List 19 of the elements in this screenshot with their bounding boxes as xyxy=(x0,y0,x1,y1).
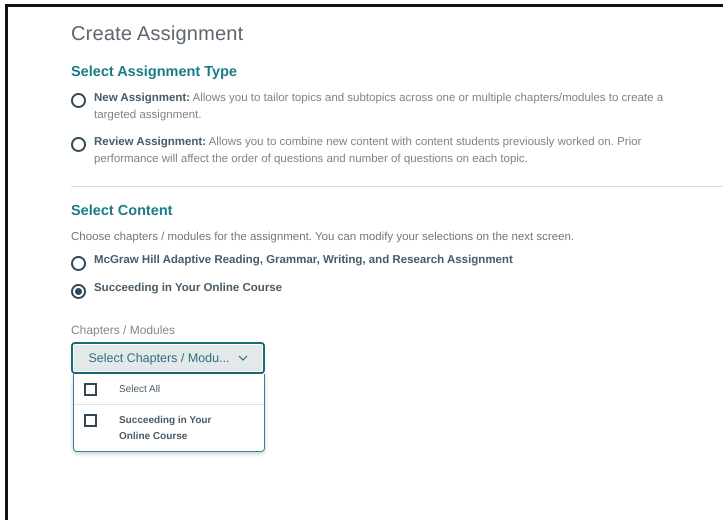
radio-button[interactable] xyxy=(71,137,86,152)
chapters-dropdown[interactable]: Select Chapters / Modu... xyxy=(71,342,265,374)
section-heading: Select Assignment Type xyxy=(71,64,238,80)
section-heading: Select Content xyxy=(71,203,174,219)
radio-button[interactable] xyxy=(71,284,86,299)
radio-button[interactable] xyxy=(71,256,86,271)
option-label[interactable]: Succeeding in Your Online Course xyxy=(94,282,282,294)
menu-item-label[interactable]: Select All xyxy=(119,382,160,398)
checkbox[interactable] xyxy=(84,414,97,427)
radio-button[interactable] xyxy=(71,93,86,108)
menu-item-label[interactable]: Succeeding in Your Online Course xyxy=(119,413,229,445)
option-description: Review Assignment: Allows you to combine new content with content students previously worked on. Prior performance will affect the order of questions and number of questions on each topic. xyxy=(94,135,642,167)
chevron-icon xyxy=(238,355,248,361)
field-label: Chapters / Modules xyxy=(71,323,176,337)
page-title: Create Assignment xyxy=(71,23,244,46)
option-label[interactable]: McGraw Hill Adaptive Reading, Grammar, Writing, and Research Assignment xyxy=(94,254,513,266)
checkbox[interactable] xyxy=(84,383,97,396)
section-description: Choose chapters / modules for the assignment. You can modify your selections on the next screen. xyxy=(71,231,576,243)
option-description: New Assignment: Allows you to tailor topics and subtopics across one or multiple chapters/modules to create a targeted assignment. xyxy=(94,91,664,123)
